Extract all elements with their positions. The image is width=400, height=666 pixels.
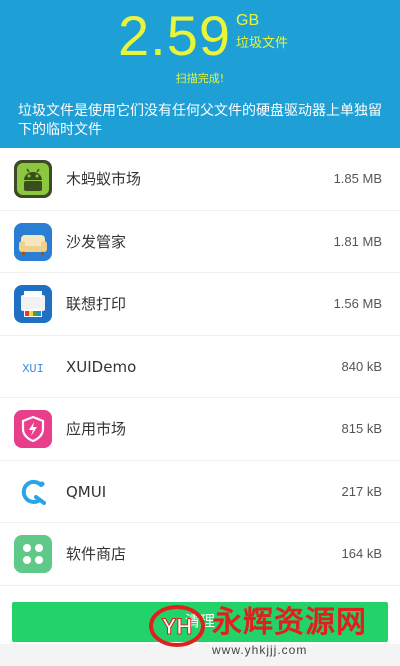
app-name: QMUI <box>66 482 107 501</box>
list-item[interactable]: 联想打印 1.56 MB <box>0 273 400 336</box>
app-name: 木蚂蚁市场 <box>66 170 142 188</box>
app-name: 联想打印 <box>66 295 127 313</box>
junk-size-unit: GB <box>236 12 260 29</box>
list-item[interactable]: 沙发管家 1.81 MB <box>0 210 400 273</box>
scan-status: 扫描完成! <box>175 72 225 85</box>
junk-app-list: 木蚂蚁市场 1.85 MB 沙发管家 1.81 MB 联想打印 1.56 MB … <box>0 148 400 586</box>
app-size: 840 kB <box>341 358 382 374</box>
app-name: 沙发管家 <box>66 232 127 251</box>
list-item[interactable]: 木蚂蚁市场 1.85 MB <box>0 148 400 211</box>
junk-size-caption: 垃圾文件 <box>236 36 289 51</box>
list-item[interactable]: 应用市场 815 kB <box>0 398 400 461</box>
list-item[interactable]: XUI XUIDemo 840 kB <box>0 335 400 398</box>
app-name: 软件商店 <box>66 545 127 563</box>
xui-icon-text: XUI <box>22 362 44 376</box>
app-size: 1.56 MB <box>333 296 382 311</box>
app-store-icon <box>14 535 52 573</box>
app-name: XUIDemo <box>66 357 137 376</box>
printer-icon <box>14 285 52 323</box>
qmui-logo-icon <box>14 472 52 511</box>
android-market-icon <box>14 160 52 198</box>
list-item[interactable]: 软件商店 164 kB <box>0 523 400 586</box>
watermark-logo-icon: YH <box>148 604 206 648</box>
xui-icon: XUI <box>14 347 52 386</box>
summary-header: 2.59 GB 垃圾文件 扫描完成! 垃圾文件是使用它们没有任何父文件的硬盘驱动… <box>0 0 400 148</box>
app-name: 应用市场 <box>66 420 127 438</box>
watermark-text: 永辉资源网 <box>212 605 367 640</box>
app-size: 164 kB <box>341 546 382 561</box>
junk-description: 垃圾文件是使用它们没有任何父文件的硬盘驱动器上单独留下的临时文件 <box>18 103 382 138</box>
shield-bolt-icon <box>14 410 52 448</box>
sofa-icon <box>14 222 52 261</box>
app-size: 1.85 MB <box>333 171 382 186</box>
app-size: 815 kB <box>341 421 382 436</box>
list-item[interactable]: QMUI 217 kB <box>0 460 400 523</box>
watermark-logo-text: YH <box>162 614 193 639</box>
junk-size-value: 2.59 <box>118 4 231 67</box>
app-size: 217 kB <box>341 483 382 499</box>
app-size: 1.81 MB <box>333 233 382 249</box>
watermark-url: www.yhkjjj.com <box>212 643 308 657</box>
